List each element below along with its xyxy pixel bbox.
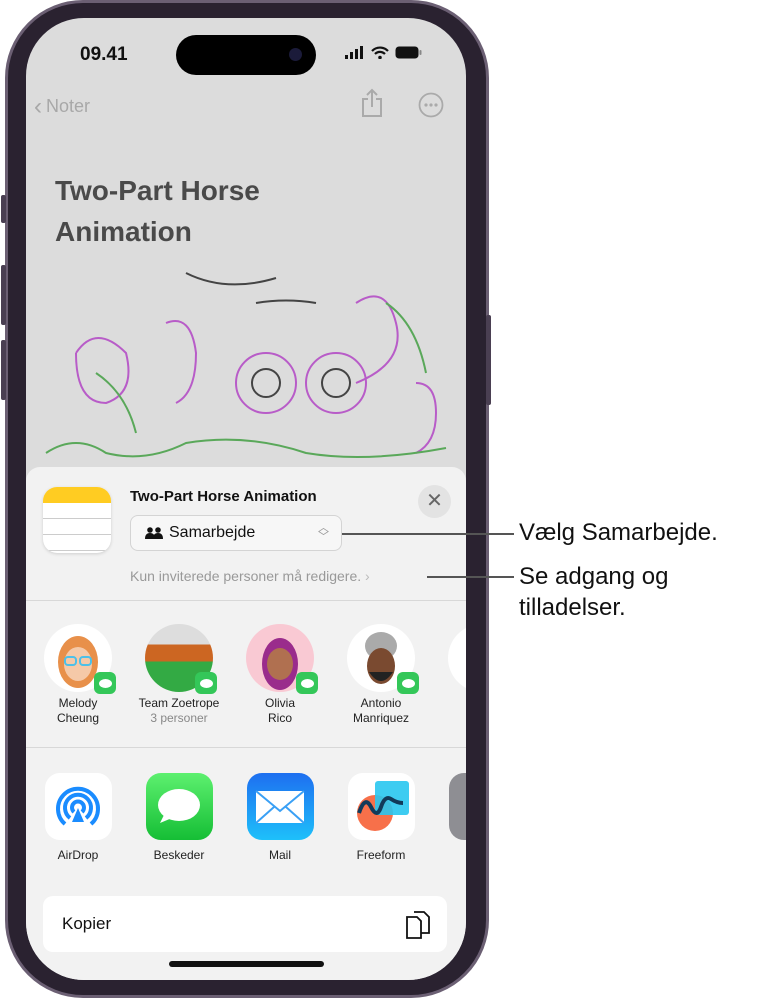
airdrop-icon [44,773,112,840]
app-mail[interactable]: Mail [230,773,330,862]
dynamic-island [176,35,316,75]
action-button [1,195,6,223]
people-row: Melody Cheung Team Zoetrope 3 personer Oli… [26,624,466,744]
mail-icon [246,773,314,840]
person-olivia-rico[interactable]: Olivia Rico [230,624,330,726]
messages-badge-icon [195,672,217,694]
copy-icon [406,911,430,939]
signal-icon [345,46,363,59]
avatar [448,624,466,692]
avatar [347,624,419,694]
home-indicator[interactable] [169,961,324,967]
messages-icon [145,773,213,840]
battery-icon [395,46,422,59]
person-melody-cheung[interactable]: Melody Cheung [28,624,128,726]
side-button [486,315,491,405]
copy-button[interactable]: Kopier [43,896,447,952]
screen: 09.41 ‹ Noter Two-Part Horse Animation Tw… [26,18,466,980]
app-icon [448,773,466,840]
messages-badge-icon [296,672,318,694]
more-icon[interactable] [418,92,444,118]
freeform-icon [347,773,415,840]
back-label: Noter [46,96,91,116]
callout-collaborate: Vælg Samarbejde. [519,519,718,546]
status-time: 09.41 [80,44,128,65]
app-partial[interactable] [432,773,466,848]
horse-sketch-drawing [45,272,447,458]
app-freeform[interactable]: Freeform [331,773,431,862]
messages-badge-icon [397,672,419,694]
chevron-left-icon: ‹ [34,92,42,120]
share-sheet: Two-Part Horse Animation Samarbejde ︿ ﹀ K… [26,467,466,980]
close-button[interactable]: ✕ [418,485,451,518]
divider [26,600,466,601]
divider [26,747,466,748]
copy-label: Kopier [62,914,112,933]
back-button[interactable]: ‹ Noter [34,92,91,120]
chevron-updown-icon: ︿ ﹀ [318,522,329,543]
callout-access: Se adgang og tilladelser. [519,563,669,621]
person-antonio-manriquez[interactable]: Antonio Manriquez [331,624,431,726]
close-icon: ✕ [426,490,443,512]
avatar [44,624,116,694]
callout-line [342,533,514,535]
avatar [145,624,217,694]
avatar [246,624,318,694]
collaborate-label: Samarbejde [169,524,256,541]
note-title: Two-Part Horse Animation [55,175,260,247]
chevron-right-icon: › [365,568,370,584]
permissions-link[interactable]: Kun inviterede personer må redigere. › [130,568,370,584]
person-team-zoetrope[interactable]: Team Zoetrope 3 personer [129,624,229,726]
status-icons [345,46,422,59]
sheet-title: Two-Part Horse Animation [130,488,317,505]
app-messages[interactable]: Beskeder [129,773,229,862]
app-airdrop[interactable]: AirDrop [28,773,128,862]
wifi-icon [371,46,389,59]
volume-up-button [1,265,6,325]
notes-app-icon [43,487,111,553]
person-partial[interactable]: P [432,624,466,711]
callout-line [427,576,514,578]
share-icon[interactable] [360,88,384,118]
messages-badge-icon [94,672,116,694]
people-icon [145,527,163,539]
volume-down-button [1,340,6,400]
collaborate-popup-button[interactable]: Samarbejde ︿ ﹀ [130,515,342,551]
